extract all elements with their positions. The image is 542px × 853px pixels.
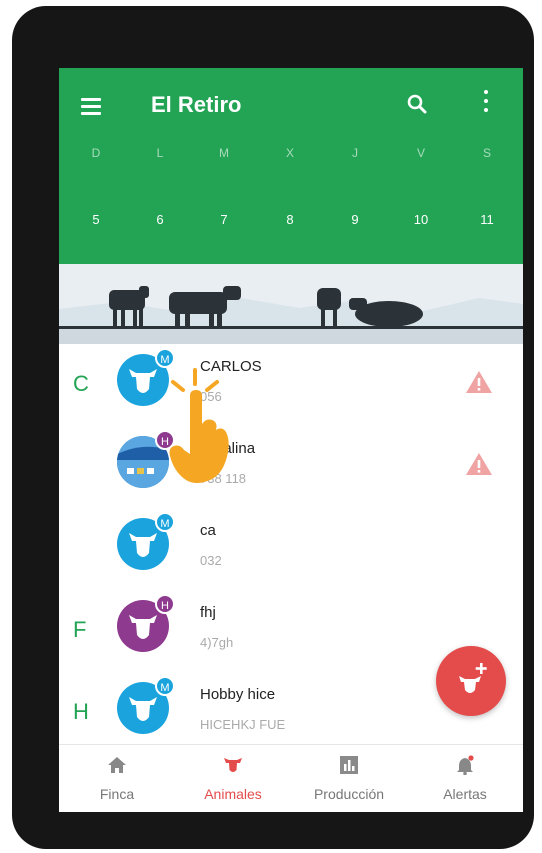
sex-badge: M xyxy=(155,512,175,532)
animal-code: HICEHKJ FUE xyxy=(200,717,286,732)
date-cell[interactable]: 5 xyxy=(92,212,99,227)
nav-label: Producción xyxy=(313,786,385,802)
date-cell[interactable]: 10 xyxy=(414,212,428,227)
animal-name: Hobby hice xyxy=(200,686,276,703)
list-item[interactable]: H Catalina 738 118 xyxy=(59,426,523,508)
chart-icon xyxy=(340,756,358,774)
animal-name: fhj xyxy=(200,604,216,621)
weekday-label: S xyxy=(482,146,492,160)
cow-icon xyxy=(129,533,157,557)
animal-code: 4)7gh xyxy=(200,635,234,650)
date-cell[interactable]: 8 xyxy=(286,212,293,227)
cow-icon xyxy=(224,758,242,772)
nav-item-alertas[interactable]: Alertas xyxy=(407,745,523,812)
section-letter: H xyxy=(73,699,89,724)
tap-gesture-icon xyxy=(169,368,229,483)
date-cell[interactable]: 7 xyxy=(220,212,227,227)
nav-item-produccion[interactable]: Producción xyxy=(291,745,407,812)
tablet-frame: El Retiro D L M X J V S 5 6 7 8 9 10 11 … xyxy=(12,6,534,849)
date-cell[interactable]: 11 xyxy=(480,212,494,227)
app-bar: El Retiro D L M X J V S 5 6 7 8 9 10 11 xyxy=(59,68,523,264)
list-item[interactable]: M ca 032 xyxy=(59,508,523,590)
nav-item-animales[interactable]: Animales xyxy=(175,745,291,812)
weekday-label: V xyxy=(416,146,426,160)
animal-name: ca xyxy=(200,522,216,539)
weekday-label: X xyxy=(285,146,295,160)
warning-icon[interactable] xyxy=(465,451,493,477)
section-letter: F xyxy=(73,617,87,642)
date-cell[interactable]: 6 xyxy=(156,212,163,227)
bell-icon xyxy=(457,755,474,775)
more-options-icon[interactable] xyxy=(479,90,493,116)
farm-title: El Retiro xyxy=(151,92,242,117)
add-animal-button[interactable] xyxy=(436,646,506,716)
animal-code: 032 xyxy=(200,553,222,568)
search-icon[interactable] xyxy=(406,93,428,115)
cattle-banner xyxy=(59,264,523,344)
cow-icon xyxy=(129,615,157,639)
list-item[interactable]: C M CARLOS 056 xyxy=(59,344,523,426)
bottom-navigation: Finca Animales Producción Alertas xyxy=(59,745,523,812)
nav-label: Animales xyxy=(204,786,262,802)
nav-label: Alertas xyxy=(443,786,487,802)
home-icon xyxy=(108,757,126,773)
sex-badge: H xyxy=(155,594,175,614)
nav-item-finca[interactable]: Finca xyxy=(59,745,175,812)
weekday-label: J xyxy=(352,146,358,160)
add-cow-icon xyxy=(459,663,487,693)
weekday-label: D xyxy=(91,146,101,160)
weekday-label: L xyxy=(156,146,164,160)
sex-badge: M xyxy=(155,676,175,696)
weekday-label: M xyxy=(219,146,229,160)
section-letter: C xyxy=(73,371,89,396)
app-screen: El Retiro D L M X J V S 5 6 7 8 9 10 11 … xyxy=(59,68,523,812)
menu-icon[interactable] xyxy=(81,98,101,115)
date-cell[interactable]: 9 xyxy=(351,212,358,227)
nav-label: Finca xyxy=(99,786,135,802)
warning-icon[interactable] xyxy=(465,369,493,395)
cow-icon xyxy=(129,697,157,721)
